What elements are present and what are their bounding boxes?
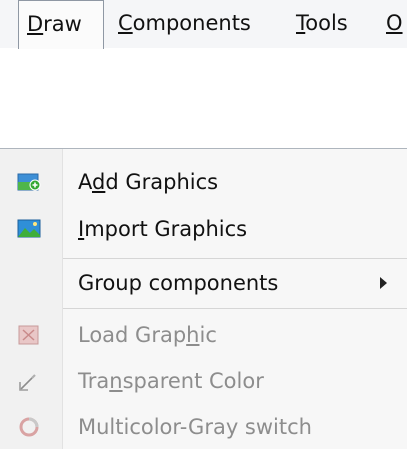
load-graphic-label-after: ic (199, 323, 217, 347)
menu-item-import-graphics[interactable]: Import Graphics (0, 206, 407, 252)
menu-item-multicolor-gray-switch-label: Multicolor-Gray switch (78, 415, 312, 439)
add-graphics-label-mnemonic: d (92, 170, 106, 194)
import-graphics-icon (17, 218, 41, 240)
menu-item-transparent-color-label: Transparent Color (78, 358, 264, 404)
menubar-draw-mnemonic: D (27, 12, 44, 36)
menubar-tools-mnemonic: T (296, 11, 306, 35)
menubar-draw[interactable]: Draw (18, 0, 104, 49)
menu-item-group-components-label: Group components (78, 271, 279, 295)
menu-item-import-graphics-label: Import Graphics (78, 206, 247, 252)
submenu-arrow-icon (380, 277, 387, 289)
transparent-color-icon (17, 370, 41, 392)
load-graphic-label-mnemonic: h (186, 323, 200, 347)
menubar-components[interactable]: Components (118, 0, 251, 48)
transparent-color-label-before: Tra (78, 369, 110, 393)
menu-separator-1 (63, 258, 407, 259)
menubar-tools[interactable]: Tools (296, 0, 348, 48)
menu-item-load-graphic[interactable]: Load Graphic (0, 312, 407, 358)
add-graphics-icon (17, 171, 41, 193)
transparent-color-label-after: sparent Color (122, 369, 264, 393)
menubar-tools-rest: ools (305, 11, 348, 35)
load-graphic-label-before: Load Grap (78, 323, 187, 347)
transparent-color-label-mnemonic: n (109, 369, 123, 393)
menu-item-load-graphic-label: Load Graphic (78, 312, 217, 358)
menu-item-multicolor-gray-switch[interactable]: Multicolor-Gray switch (0, 404, 407, 450)
menu-item-transparent-color[interactable]: Transparent Color (0, 358, 407, 404)
menubar-options-partial[interactable]: O (386, 0, 403, 48)
menu-bar: Draw Components Tools O (0, 0, 407, 49)
menu-item-add-graphics[interactable]: Add Graphics (0, 159, 407, 205)
import-graphics-label-after: mport Graphics (84, 217, 248, 241)
menu-gap (0, 48, 407, 148)
add-graphics-label-after: d Graphics (105, 170, 219, 194)
menubar-components-rest: omponents (132, 11, 251, 35)
add-graphics-label-before: A (78, 170, 92, 194)
draw-dropdown-menu: Add Graphics Import Graphics Group compo… (0, 148, 407, 449)
menu-item-group-components[interactable]: Group components (0, 260, 407, 306)
load-graphic-icon (17, 324, 41, 346)
menubar-draw-rest: raw (43, 12, 82, 36)
multicolor-gray-switch-icon (17, 416, 41, 438)
menubar-options-mnemonic: O (386, 11, 403, 35)
menu-item-add-graphics-label: Add Graphics (78, 159, 218, 205)
menubar-components-mnemonic: C (118, 11, 133, 35)
menu-separator-2 (63, 308, 407, 309)
